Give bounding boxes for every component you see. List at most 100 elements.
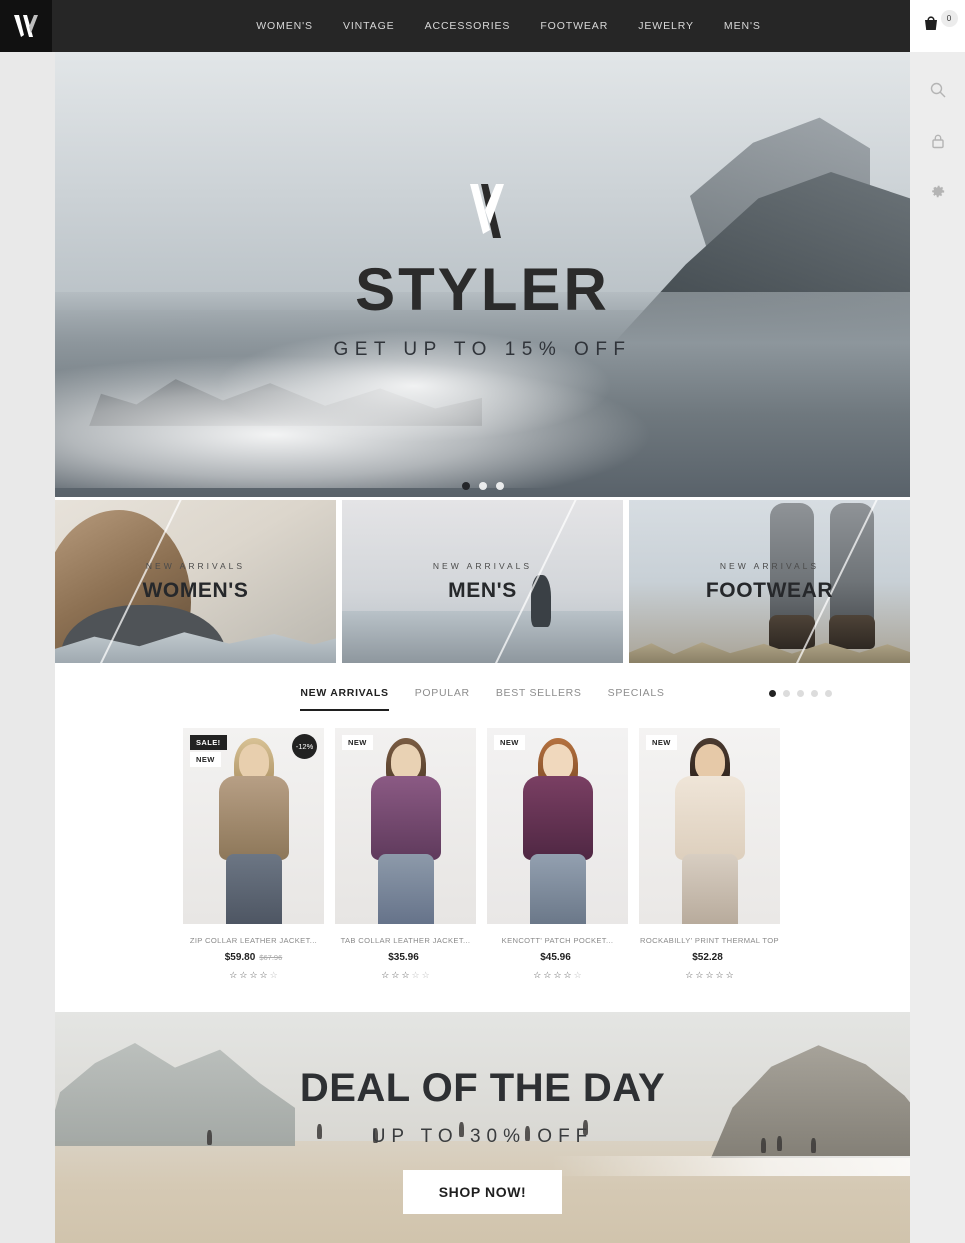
- star-icon: ☆: [269, 970, 278, 980]
- star-icon: ☆: [249, 970, 258, 980]
- product-image[interactable]: NEW: [639, 728, 780, 924]
- tab-best-sellers[interactable]: BEST SELLERS: [496, 687, 582, 711]
- category-name: FOOTWEAR: [705, 578, 834, 602]
- site-logo[interactable]: [0, 0, 52, 52]
- hero-caption: STYLER GET UP TO 15% OFF: [55, 182, 910, 361]
- category-kicker: NEW ARRIVALS: [145, 560, 246, 571]
- product-dot-5[interactable]: [825, 690, 832, 697]
- product-dot-1[interactable]: [769, 690, 776, 697]
- star-icon: ☆: [533, 970, 542, 980]
- hero-logo-w-icon: [469, 184, 504, 238]
- product-tabs: NEW ARRIVALS POPULAR BEST SELLERS SPECIA…: [300, 687, 664, 711]
- badge-new: NEW: [342, 735, 373, 750]
- product-name[interactable]: ROCKABILLY' PRINT THERMAL TOP: [639, 936, 780, 945]
- nav-item-vintage[interactable]: VINTAGE: [343, 20, 395, 32]
- category-card-womens[interactable]: NEW ARRIVALS WOMEN'S: [55, 500, 336, 663]
- product-price: $35.96: [388, 952, 419, 963]
- category-name: WOMEN'S: [142, 578, 249, 602]
- hero-dot-1[interactable]: [461, 482, 470, 490]
- badge-new: NEW: [190, 752, 221, 767]
- category-card-footwear[interactable]: NEW ARRIVALS FOOTWEAR: [629, 500, 910, 663]
- product-card[interactable]: NEW ROCKABILLY' PRINT THERMAL TOP $52.28…: [639, 728, 780, 980]
- star-icon: ☆: [543, 970, 552, 980]
- lock-icon: [931, 134, 944, 148]
- nav-item-accessories[interactable]: ACCESSORIES: [425, 20, 511, 32]
- hero-pagination: [55, 482, 910, 490]
- product-image[interactable]: NEW: [335, 728, 476, 924]
- tab-popular[interactable]: POPULAR: [415, 687, 470, 711]
- nav-item-jewelry[interactable]: JEWELRY: [638, 20, 694, 32]
- nav-item-footwear[interactable]: FOOTWEAR: [540, 20, 608, 32]
- gear-icon: [932, 185, 945, 198]
- search-icon: [930, 82, 945, 97]
- star-icon: ☆: [725, 970, 734, 980]
- product-name[interactable]: KENCOTT' PATCH POCKET...: [487, 936, 628, 945]
- nav-item-mens[interactable]: MEN'S: [724, 20, 761, 32]
- cart-button[interactable]: 0: [910, 0, 965, 52]
- nav-item-womens[interactable]: WOMEN'S: [256, 20, 313, 32]
- product-grid: SALE! NEW -12% ZIP COLLAR LEATHER JACKET…: [55, 711, 910, 980]
- category-kicker: NEW ARRIVALS: [432, 560, 533, 571]
- product-price-row: $45.96: [487, 952, 628, 963]
- tab-new-arrivals[interactable]: NEW ARRIVALS: [300, 687, 389, 711]
- star-icon: ☆: [259, 970, 268, 980]
- category-card-mens[interactable]: NEW ARRIVALS MEN'S: [342, 500, 623, 663]
- deal-banner[interactable]: DEAL OF THE DAY UP TO 30% OFF SHOP NOW!: [55, 1012, 910, 1243]
- star-icon: ☆: [685, 970, 694, 980]
- star-icon: ☆: [715, 970, 724, 980]
- star-icon: ☆: [381, 970, 390, 980]
- product-image[interactable]: NEW: [487, 728, 628, 924]
- deal-caption: DEAL OF THE DAY UP TO 30% OFF SHOP NOW!: [55, 1066, 910, 1214]
- page-root: WOMEN'S VINTAGE ACCESSORIES FOOTWEAR JEW…: [0, 0, 965, 1243]
- product-price-row: $52.28: [639, 952, 780, 963]
- product-image[interactable]: SALE! NEW -12%: [183, 728, 324, 924]
- hero-subtitle: GET UP TO 15% OFF: [333, 339, 632, 360]
- product-old-price: $67.96: [259, 953, 283, 962]
- product-rating: ☆ ☆ ☆ ☆ ☆: [183, 971, 324, 980]
- hero-slider[interactable]: STYLER GET UP TO 15% OFF: [55, 52, 910, 497]
- model-garment: [218, 776, 289, 860]
- product-rating: ☆ ☆ ☆ ☆ ☆: [487, 971, 628, 980]
- product-rating: ☆ ☆ ☆ ☆ ☆: [335, 971, 476, 980]
- hero-title: STYLER: [355, 256, 610, 323]
- product-dot-2[interactable]: [783, 690, 790, 697]
- sidebar-settings-button[interactable]: [910, 166, 965, 217]
- product-dot-3[interactable]: [797, 690, 804, 697]
- star-icon: ☆: [553, 970, 562, 980]
- product-price: $59.80: [224, 952, 256, 963]
- hero-dot-3[interactable]: [495, 482, 504, 490]
- model-head: [694, 744, 725, 780]
- star-icon: ☆: [391, 970, 400, 980]
- model-head: [238, 744, 269, 780]
- badge-discount: -12%: [292, 734, 317, 759]
- product-tabs-bar: NEW ARRIVALS POPULAR BEST SELLERS SPECIA…: [55, 663, 910, 711]
- model-garment: [674, 776, 745, 860]
- model-legs: [529, 854, 586, 924]
- right-sidebar: [910, 52, 965, 1243]
- product-rating: ☆ ☆ ☆ ☆ ☆: [639, 971, 780, 980]
- category-banners: NEW ARRIVALS WOMEN'S NEW ARRIVALS MEN'S: [55, 497, 910, 663]
- product-dot-4[interactable]: [811, 690, 818, 697]
- star-icon: ☆: [401, 970, 410, 980]
- product-name[interactable]: TAB COLLAR LEATHER JACKET...: [335, 936, 476, 945]
- badge-new: NEW: [494, 735, 525, 750]
- hero-dot-2[interactable]: [478, 482, 487, 490]
- sidebar-account-button[interactable]: [910, 115, 965, 166]
- product-card[interactable]: SALE! NEW -12% ZIP COLLAR LEATHER JACKET…: [183, 728, 324, 980]
- model-garment: [370, 776, 441, 860]
- model-garment: [522, 776, 593, 860]
- tab-specials[interactable]: SPECIALS: [608, 687, 665, 711]
- main-nav: WOMEN'S VINTAGE ACCESSORIES FOOTWEAR JEW…: [52, 20, 965, 32]
- shop-now-button[interactable]: SHOP NOW!: [402, 1170, 563, 1214]
- product-card[interactable]: NEW TAB COLLAR LEATHER JACKET... $35.96 …: [335, 728, 476, 980]
- star-icon: ☆: [563, 970, 572, 980]
- product-name[interactable]: ZIP COLLAR LEATHER JACKET...: [183, 936, 324, 945]
- top-header: WOMEN'S VINTAGE ACCESSORIES FOOTWEAR JEW…: [0, 0, 965, 52]
- product-card[interactable]: NEW KENCOTT' PATCH POCKET... $45.96 ☆ ☆ …: [487, 728, 628, 980]
- star-icon: ☆: [705, 970, 714, 980]
- badge-sale: SALE!: [190, 735, 227, 750]
- sidebar-search-button[interactable]: [910, 64, 965, 115]
- product-price: $52.28: [692, 952, 723, 963]
- star-icon: ☆: [411, 970, 420, 980]
- product-price-row: $35.96: [335, 952, 476, 963]
